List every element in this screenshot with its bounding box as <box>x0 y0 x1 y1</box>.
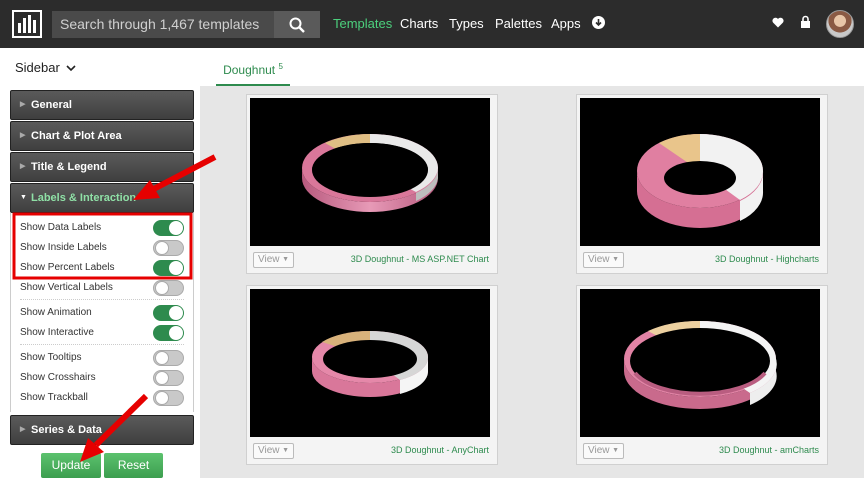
template-card[interactable]: View ▼ 3D Doughnut - amCharts <box>576 285 828 465</box>
view-label: View <box>588 445 610 456</box>
template-card[interactable]: View ▼ 3D Doughnut - AnyChart <box>246 285 498 465</box>
user-avatar[interactable] <box>826 10 854 38</box>
template-title-link[interactable]: 3D Doughnut - Highcharts <box>715 254 819 264</box>
chart-thumbnail[interactable] <box>580 98 820 246</box>
caret-right-icon: ▶ <box>20 132 26 139</box>
template-card[interactable]: View ▼ 3D Doughnut - MS ASP.NET Chart <box>246 94 498 274</box>
section-label: Title & Legend <box>31 161 107 173</box>
toggle-knob <box>155 371 169 385</box>
view-dropdown[interactable]: View ▼ <box>253 443 294 459</box>
template-title-link[interactable]: 3D Doughnut - MS ASP.NET Chart <box>351 254 489 264</box>
bar-chart-logo-icon[interactable] <box>12 10 42 38</box>
tab-doughnut[interactable]: Doughnut 5 <box>216 48 290 86</box>
dropdown-caret-icon: ▼ <box>282 447 289 454</box>
caret-down-icon: ▼ <box>20 194 27 201</box>
view-label: View <box>258 254 280 265</box>
section-label: Chart & Plot Area <box>31 130 122 142</box>
doughnut-3d-preview <box>624 320 777 409</box>
template-card[interactable]: View ▼ 3D Doughnut - Highcharts <box>576 94 828 274</box>
chart-thumbnail[interactable] <box>250 289 490 437</box>
update-button[interactable]: Update <box>41 453 101 478</box>
nav-palettes[interactable]: Palettes <box>495 0 542 48</box>
caret-right-icon: ▶ <box>20 426 26 433</box>
toggle-show-trackball[interactable] <box>153 390 184 406</box>
chevron-down-icon <box>66 65 77 72</box>
chart-thumbnail[interactable] <box>580 289 820 437</box>
section-labels-interaction[interactable]: ▼ Labels & Interaction <box>10 183 194 213</box>
section-general[interactable]: ▶ General <box>10 90 194 120</box>
view-dropdown[interactable]: View ▼ <box>253 252 294 268</box>
doughnut-3d-preview <box>312 330 429 397</box>
sidebar-toggle-label: Sidebar <box>15 60 60 75</box>
section-label: Labels & Interaction <box>31 192 137 204</box>
view-label: View <box>258 445 280 456</box>
option-show-inside-labels: Show Inside Labels <box>20 242 107 253</box>
options-divider <box>20 299 184 300</box>
lock-icon[interactable] <box>800 15 811 28</box>
chart-thumbnail[interactable] <box>250 98 490 246</box>
option-show-animation: Show Animation <box>20 307 92 318</box>
search-button[interactable] <box>274 11 320 38</box>
option-show-data-labels: Show Data Labels <box>20 222 102 233</box>
toggle-knob <box>169 326 183 340</box>
view-dropdown[interactable]: View ▼ <box>583 443 624 459</box>
option-show-percent-labels: Show Percent Labels <box>20 262 115 273</box>
template-title-link[interactable]: 3D Doughnut - AnyChart <box>391 445 489 455</box>
toggle-knob <box>169 261 183 275</box>
section-label: General <box>31 99 72 111</box>
caret-right-icon: ▶ <box>20 163 26 170</box>
heart-icon[interactable] <box>772 17 784 28</box>
toggle-show-vertical-labels[interactable] <box>153 280 184 296</box>
sidebar-toggle[interactable]: Sidebar <box>15 60 77 75</box>
dropdown-caret-icon: ▼ <box>282 256 289 263</box>
toggle-knob <box>155 351 169 365</box>
toggle-show-percent-labels[interactable] <box>153 260 184 276</box>
toggle-knob <box>155 281 169 295</box>
toggle-show-crosshairs[interactable] <box>153 370 184 386</box>
option-show-vertical-labels: Show Vertical Labels <box>20 282 113 293</box>
option-show-interactive: Show Interactive <box>20 327 94 338</box>
options-divider <box>20 344 184 345</box>
section-title-legend[interactable]: ▶ Title & Legend <box>10 152 194 182</box>
section-chart-plot-area[interactable]: ▶ Chart & Plot Area <box>10 121 194 151</box>
reset-button[interactable]: Reset <box>104 453 163 478</box>
toggle-show-inside-labels[interactable] <box>153 240 184 256</box>
caret-right-icon: ▶ <box>20 101 26 108</box>
nav-charts[interactable]: Charts <box>400 0 438 48</box>
toggle-knob <box>169 221 183 235</box>
toggle-knob <box>169 306 183 320</box>
dropdown-caret-icon: ▼ <box>612 447 619 454</box>
view-dropdown[interactable]: View ▼ <box>583 252 624 268</box>
toggle-show-animation[interactable] <box>153 305 184 321</box>
search-input[interactable]: Search through 1,467 templates <box>52 11 274 38</box>
toggle-show-data-labels[interactable] <box>153 220 184 236</box>
template-title-link[interactable]: 3D Doughnut - amCharts <box>719 445 819 455</box>
top-navbar: Search through 1,467 templates Templates… <box>0 0 864 48</box>
nav-types[interactable]: Types <box>449 0 484 48</box>
section-label: Series & Data <box>31 424 102 436</box>
section-series-data[interactable]: ▶ Series & Data <box>10 415 194 445</box>
download-icon[interactable] <box>592 16 605 29</box>
view-label: View <box>588 254 610 265</box>
toggle-show-interactive[interactable] <box>153 325 184 341</box>
nav-templates[interactable]: Templates <box>333 0 392 48</box>
tab-label: Doughnut <box>223 63 276 77</box>
toggle-knob <box>155 391 169 405</box>
option-show-tooltips: Show Tooltips <box>20 352 82 363</box>
template-gallery: View ▼ 3D Doughnut - MS ASP.NET Chart Vi… <box>200 86 864 478</box>
tab-bar: Doughnut 5 <box>200 48 864 86</box>
doughnut-3d-preview <box>637 134 764 228</box>
toggle-show-tooltips[interactable] <box>153 350 184 366</box>
search-icon <box>289 17 305 33</box>
option-show-trackball: Show Trackball <box>20 392 88 403</box>
option-show-crosshairs: Show Crosshairs <box>20 372 96 383</box>
doughnut-3d-preview <box>302 134 438 212</box>
dropdown-caret-icon: ▼ <box>612 256 619 263</box>
toggle-knob <box>155 241 169 255</box>
nav-apps[interactable]: Apps <box>551 0 581 48</box>
tab-count: 5 <box>278 62 283 71</box>
